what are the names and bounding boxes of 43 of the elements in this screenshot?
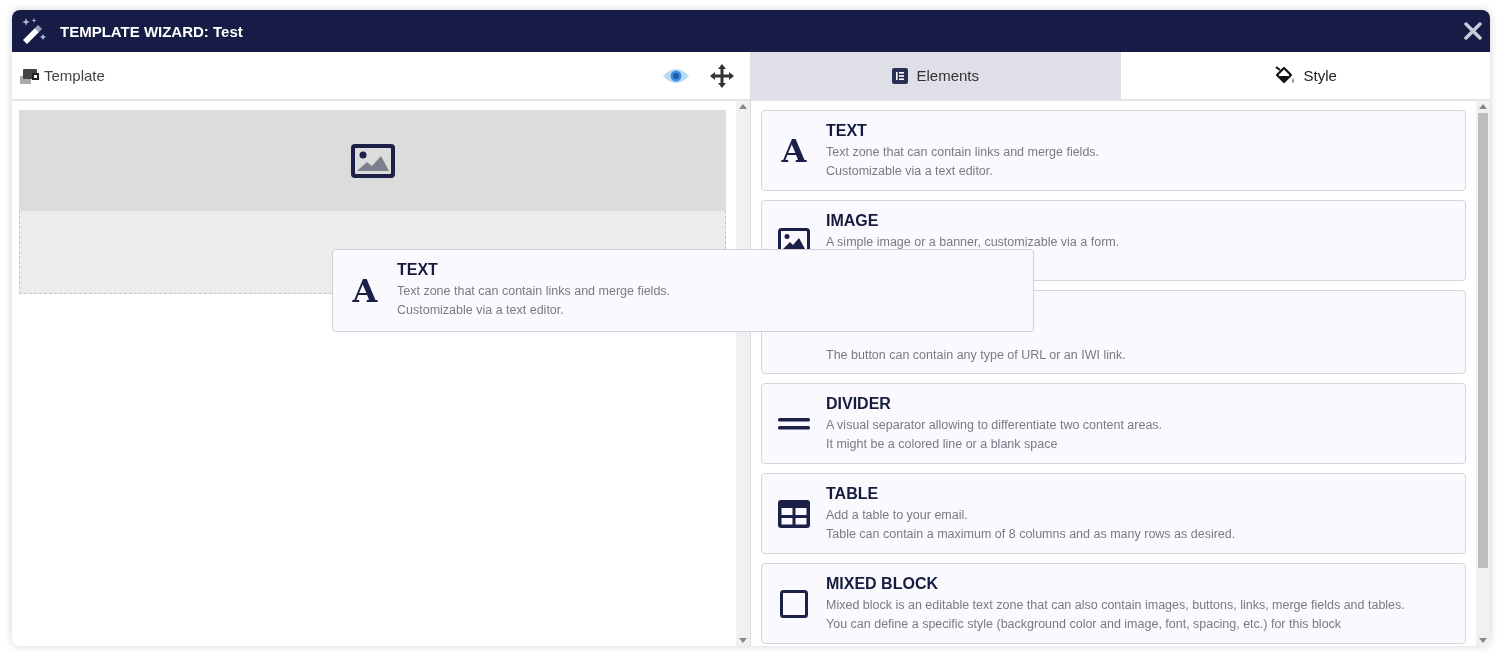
element-description: Mixed block is an editable text zone that can also contain images, buttons, links, merge fields and tables. xyxy=(826,597,1405,614)
element-card[interactable] xyxy=(761,563,1466,644)
text-icon: A xyxy=(352,274,378,307)
element-title: DIVIDER xyxy=(826,395,892,413)
tab[interactable]: Elements xyxy=(751,52,1121,99)
element-description: It might be a colored line or a blank space xyxy=(826,436,1059,453)
element-title: MIXED BLOCK xyxy=(826,575,939,593)
element-description: Customizable via a text editor. xyxy=(826,163,994,180)
eye-icon[interactable] xyxy=(662,66,690,85)
scroll-up-icon[interactable] xyxy=(739,104,747,109)
element-description: A simple image or a banner, customizable via a form. xyxy=(826,234,1120,251)
scroll-up-icon[interactable] xyxy=(1479,104,1487,109)
list-icon xyxy=(892,67,909,84)
element-description: The button can contain any type of URL or an IWI link. xyxy=(826,347,1126,364)
element-description: A visual separator allowing to differentiate two content areas. xyxy=(826,417,1163,434)
element-title: TEXT xyxy=(826,122,868,140)
element-description: Text zone that can contain links and merge fields. xyxy=(397,283,671,300)
element-description: Add a table to your email. xyxy=(826,507,969,524)
drag-preview-tooltip[interactable]: A TEXT Text zone that can contain links and merge fields. Customizable via a text editor. xyxy=(332,249,1034,332)
element-description: Table can contain a maximum of 8 columns and as many rows as desired. xyxy=(826,526,1236,543)
table-icon xyxy=(778,499,810,528)
scrollbar[interactable] xyxy=(1476,101,1490,646)
template-icon xyxy=(20,66,40,85)
scroll-down-icon[interactable] xyxy=(739,638,747,643)
element-description: Customizable via a text editor. xyxy=(397,302,565,319)
paint-bucket-icon xyxy=(1273,65,1296,86)
element-title: TABLE xyxy=(826,485,880,503)
image-icon xyxy=(350,143,395,178)
element-title: IMAGE xyxy=(826,212,880,230)
square-icon xyxy=(780,589,808,618)
element-description: You can define a specific style (background color and image, font, spacing, etc.) for this block xyxy=(826,616,1343,633)
close-icon[interactable] xyxy=(1464,22,1482,40)
move-icon[interactable] xyxy=(710,63,734,88)
window-title: TEMPLATE WIZARD: Test xyxy=(60,22,243,40)
scroll-down-icon[interactable] xyxy=(1479,638,1487,643)
element-card[interactable]: TABLE Add a table to your email. Table can contain a maximum of 8 columns and as many rows as desired. xyxy=(761,473,1466,554)
divider-icon xyxy=(778,417,810,430)
element-card[interactable]: A TEXT Text zone that can contain links and merge fields. Customizable via a text editor. xyxy=(761,110,1466,191)
text-icon: A xyxy=(781,134,807,167)
element-title: TEXT xyxy=(397,261,439,279)
element-card[interactable]: DIVIDER A visual separator allowing to differentiate two content areas. It might be a colored line or a blank space xyxy=(761,383,1466,464)
panel-title: Template xyxy=(44,67,105,84)
element-description: Text zone that can contain links and merge fields. xyxy=(826,144,1100,161)
